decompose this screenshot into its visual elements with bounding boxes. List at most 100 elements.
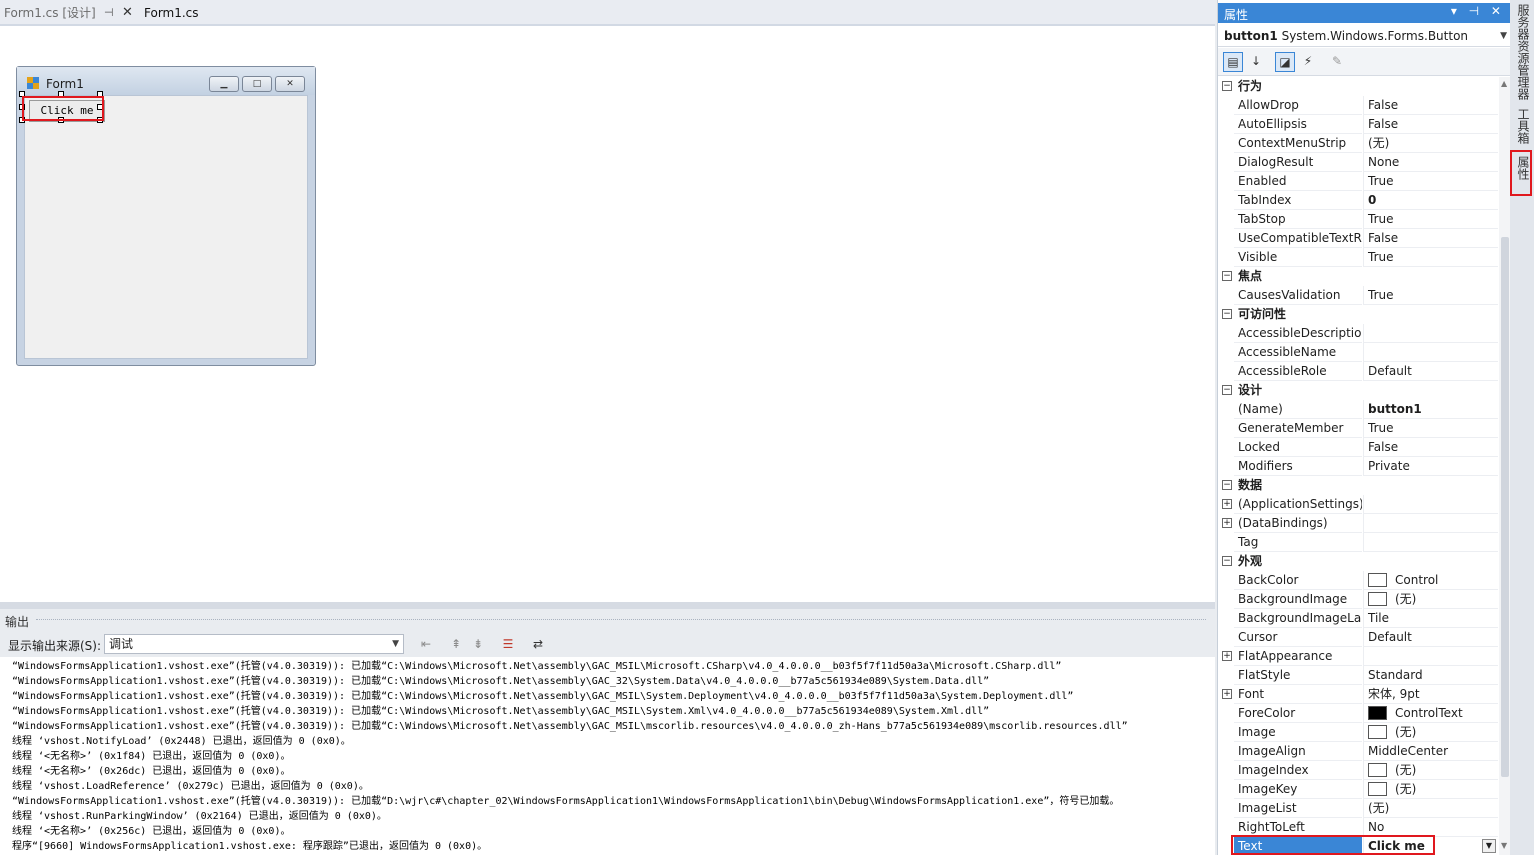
expand-icon[interactable]: + xyxy=(1222,689,1232,699)
property-value[interactable] xyxy=(1363,514,1498,533)
property-row[interactable]: ForeColor ControlText xyxy=(1218,704,1498,723)
property-category[interactable]: − 可访问性 xyxy=(1218,305,1498,324)
property-value[interactable]: Tile xyxy=(1363,609,1498,628)
property-row[interactable]: AutoEllipsis False xyxy=(1218,115,1498,134)
property-value[interactable] xyxy=(1363,533,1498,552)
side-tab-toolbox[interactable]: 工具箱 xyxy=(1514,108,1530,144)
property-value[interactable]: Default xyxy=(1363,362,1498,381)
expand-icon[interactable]: + xyxy=(1222,499,1232,509)
property-row[interactable]: ImageIndex (无) xyxy=(1218,761,1498,780)
word-wrap-icon[interactable]: ⇄ xyxy=(530,636,546,652)
scroll-thumb[interactable] xyxy=(1501,237,1509,777)
property-row[interactable]: AccessibleDescription xyxy=(1218,324,1498,343)
find-message-icon[interactable]: ⇤ xyxy=(418,636,434,652)
designer-surface[interactable]: Form1 ▁ □ ✕ Click me xyxy=(0,26,1215,602)
property-value[interactable]: None xyxy=(1363,153,1498,172)
property-row[interactable]: ContextMenuStrip (无) xyxy=(1218,134,1498,153)
collapse-icon[interactable]: − xyxy=(1222,385,1232,395)
property-value[interactable]: True xyxy=(1363,286,1498,305)
property-row[interactable]: ImageList (无) xyxy=(1218,799,1498,818)
property-value[interactable] xyxy=(1363,647,1498,666)
property-value[interactable]: button1 xyxy=(1363,400,1498,419)
output-splitter[interactable] xyxy=(0,602,1215,609)
alphabetical-icon[interactable]: ↓ xyxy=(1246,52,1266,72)
property-row[interactable]: Cursor Default xyxy=(1218,628,1498,647)
property-row[interactable]: CausesValidation True xyxy=(1218,286,1498,305)
property-row[interactable]: TabStop True xyxy=(1218,210,1498,229)
property-value[interactable]: (无) xyxy=(1363,590,1498,609)
property-row[interactable]: + FlatAppearance xyxy=(1218,647,1498,666)
property-value[interactable]: Private xyxy=(1363,457,1498,476)
tab-form1-code[interactable]: Form1.cs xyxy=(140,2,220,24)
clear-all-icon[interactable]: ☰ xyxy=(500,636,516,652)
tab-form1-design[interactable]: Form1.cs [设计] ⊣ ✕ xyxy=(0,2,140,24)
property-value[interactable]: Default xyxy=(1363,628,1498,647)
properties-window-buttons[interactable]: ▾ ⊣ ✕ xyxy=(1451,4,1505,18)
property-row[interactable]: AccessibleRole Default xyxy=(1218,362,1498,381)
collapse-icon[interactable]: − xyxy=(1222,81,1232,91)
side-tab-server-explorer[interactable]: 服务器资源管理器 xyxy=(1514,4,1530,100)
property-category[interactable]: − 外观 xyxy=(1218,552,1498,571)
minimize-icon[interactable]: ▁ xyxy=(209,76,239,92)
collapse-icon[interactable]: − xyxy=(1222,480,1232,490)
property-row[interactable]: BackgroundImage (无) xyxy=(1218,590,1498,609)
property-row[interactable]: BackgroundImageLa Tile xyxy=(1218,609,1498,628)
property-value[interactable] xyxy=(1363,495,1498,514)
property-category[interactable]: − 设计 xyxy=(1218,381,1498,400)
maximize-icon[interactable]: □ xyxy=(242,76,272,92)
property-value[interactable]: 0 xyxy=(1363,191,1498,210)
property-value[interactable] xyxy=(1363,324,1498,343)
property-value[interactable]: False xyxy=(1363,115,1498,134)
property-value[interactable]: False xyxy=(1363,438,1498,457)
properties-titlebar[interactable]: 属性 ▾ ⊣ ✕ xyxy=(1218,3,1511,23)
property-row[interactable]: Modifiers Private xyxy=(1218,457,1498,476)
close-tab-icon[interactable]: ✕ xyxy=(122,2,133,24)
property-value[interactable]: 宋体, 9pt xyxy=(1363,685,1498,704)
properties-view-icon[interactable]: ◪ xyxy=(1275,52,1295,72)
property-row[interactable]: GenerateMember True xyxy=(1218,419,1498,438)
prev-message-icon[interactable]: ⇞ xyxy=(448,636,464,652)
property-row[interactable]: DialogResult None xyxy=(1218,153,1498,172)
property-row[interactable]: Tag xyxy=(1218,533,1498,552)
property-value[interactable]: (无) xyxy=(1363,723,1498,742)
events-lightning-icon[interactable]: ⚡ xyxy=(1298,52,1318,72)
property-value[interactable]: Standard xyxy=(1363,666,1498,685)
expand-icon[interactable]: + xyxy=(1222,518,1232,528)
scroll-up-icon[interactable]: ▲ xyxy=(1501,79,1507,88)
property-value[interactable]: False xyxy=(1363,96,1498,115)
property-pages-icon[interactable]: ✎ xyxy=(1327,52,1347,72)
property-row[interactable]: Enabled True xyxy=(1218,172,1498,191)
collapse-icon[interactable]: − xyxy=(1222,271,1232,281)
property-row[interactable]: Visible True xyxy=(1218,248,1498,267)
collapse-icon[interactable]: − xyxy=(1222,556,1232,566)
property-value[interactable]: True xyxy=(1363,172,1498,191)
pin-icon[interactable]: ⊣ xyxy=(104,2,114,24)
property-value[interactable]: (无) xyxy=(1363,134,1498,153)
property-value[interactable]: True xyxy=(1363,248,1498,267)
property-category[interactable]: − 数据 xyxy=(1218,476,1498,495)
property-row[interactable]: + (ApplicationSettings) xyxy=(1218,495,1498,514)
property-row[interactable]: UseCompatibleTextRe False xyxy=(1218,229,1498,248)
property-value[interactable]: Control xyxy=(1363,571,1498,590)
output-text-area[interactable]: “WindowsFormsApplication1.vshost.exe”(托管… xyxy=(0,657,1215,855)
property-category[interactable]: − 焦点 xyxy=(1218,267,1498,286)
categorized-icon[interactable]: ▤ xyxy=(1223,52,1243,72)
form1-client-area[interactable]: Click me xyxy=(24,95,308,359)
property-value[interactable]: (无) xyxy=(1363,761,1498,780)
property-row[interactable]: ImageKey (无) xyxy=(1218,780,1498,799)
property-row[interactable]: ImageAlign MiddleCenter xyxy=(1218,742,1498,761)
property-row[interactable]: Image (无) xyxy=(1218,723,1498,742)
property-value[interactable]: (无) xyxy=(1363,799,1498,818)
property-value[interactable]: False xyxy=(1363,229,1498,248)
next-message-icon[interactable]: ⇟ xyxy=(470,636,486,652)
collapse-icon[interactable]: − xyxy=(1222,309,1232,319)
property-row[interactable]: AccessibleName xyxy=(1218,343,1498,362)
property-row[interactable]: TabIndex 0 xyxy=(1218,191,1498,210)
close-window-icon[interactable]: ✕ xyxy=(275,76,305,92)
chevron-down-icon[interactable]: ▼ xyxy=(1482,839,1496,853)
output-source-select[interactable]: 调试 ▼ xyxy=(104,634,404,654)
property-row[interactable]: AllowDrop False xyxy=(1218,96,1498,115)
property-row[interactable]: FlatStyle Standard xyxy=(1218,666,1498,685)
property-value[interactable]: (无) xyxy=(1363,780,1498,799)
property-category[interactable]: − 行为 xyxy=(1218,77,1498,96)
